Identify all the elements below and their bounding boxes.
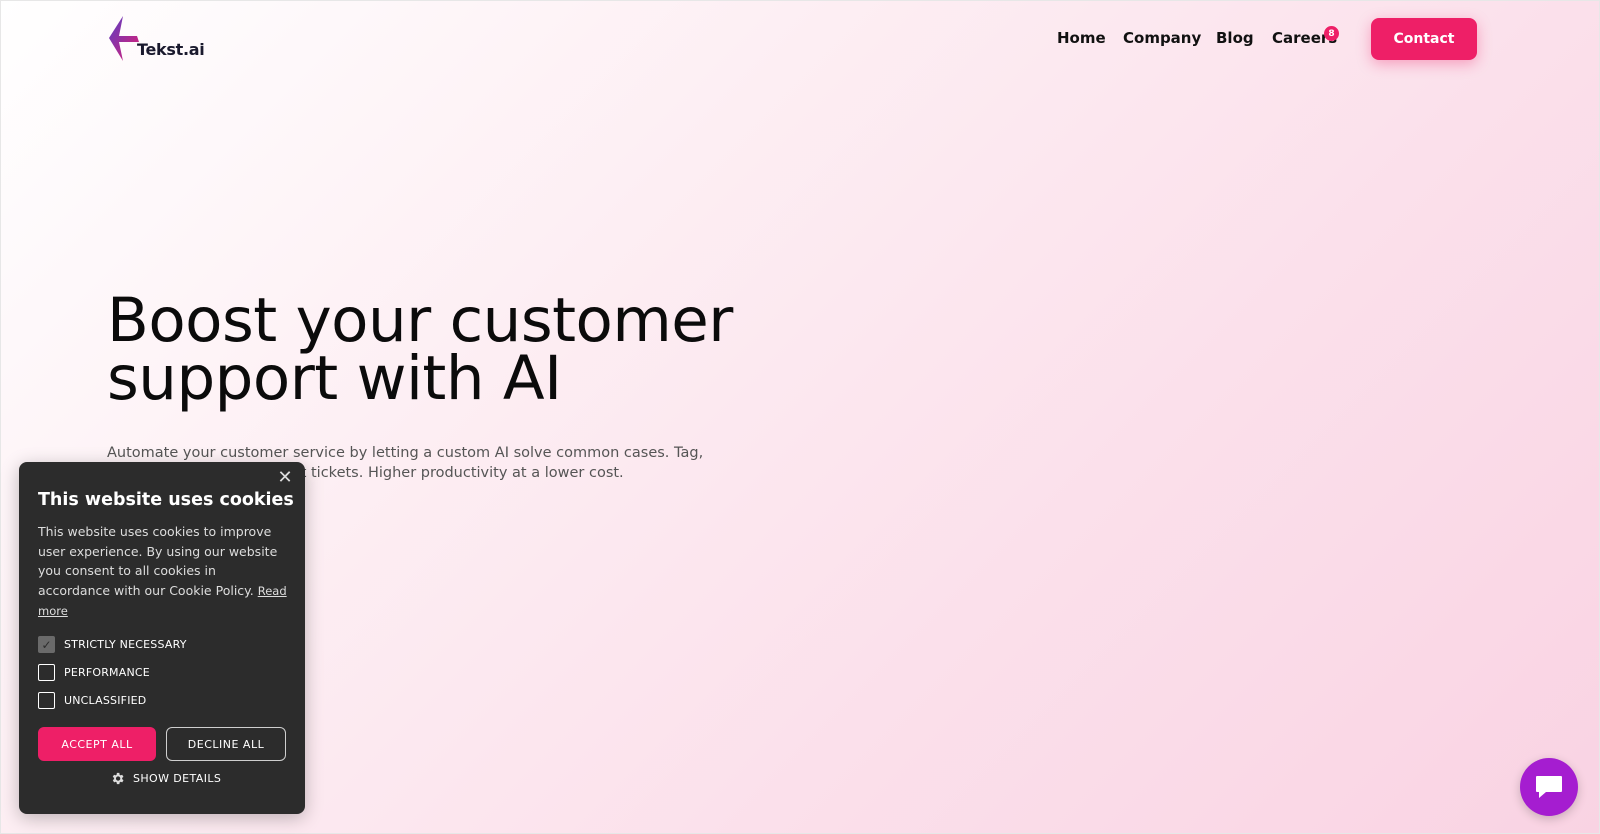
checkbox-unclassified[interactable] (38, 692, 55, 709)
checkbox-strictly-necessary[interactable]: ✓ (38, 636, 55, 653)
cookie-description: This website uses cookies to improve use… (38, 522, 288, 622)
checkbox-performance[interactable] (38, 664, 55, 681)
gear-icon (112, 772, 124, 785)
option-performance[interactable]: PERFORMANCE (38, 664, 150, 681)
nav-company[interactable]: Company (1123, 29, 1201, 47)
nav-home[interactable]: Home (1057, 29, 1106, 47)
show-details-button[interactable]: SHOW DETAILS (110, 771, 221, 786)
logo-arrow-icon (109, 16, 139, 61)
decline-all-button[interactable]: DECLINE ALL (166, 727, 286, 761)
nav-blog[interactable]: Blog (1216, 29, 1254, 47)
cookie-body-text: This website uses cookies to improve use… (38, 524, 278, 598)
show-details-label: SHOW DETAILS (133, 772, 222, 785)
accept-all-button[interactable]: ACCEPT ALL (38, 727, 156, 761)
chat-launcher-button[interactable] (1520, 758, 1578, 816)
option-unclassified[interactable]: UNCLASSIFIED (38, 692, 146, 709)
logo-text: Tekst.ai (137, 40, 205, 59)
contact-button[interactable]: Contact (1371, 18, 1477, 60)
option-label: UNCLASSIFIED (64, 694, 147, 707)
close-icon[interactable]: ✕ (275, 468, 295, 488)
careers-count-badge: 8 (1324, 26, 1339, 41)
option-label: STRICTLY NECESSARY (64, 638, 187, 651)
chat-bubble-icon (1536, 776, 1562, 798)
logo[interactable]: Tekst.ai (107, 14, 205, 62)
cookie-banner: ✕ This website uses cookies This website… (19, 462, 305, 814)
hero-title: Boost your customer support with AI (107, 285, 733, 414)
cookie-title: This website uses cookies (38, 490, 294, 510)
option-label: PERFORMANCE (64, 666, 150, 679)
option-strictly-necessary[interactable]: ✓ STRICTLY NECESSARY (38, 636, 187, 653)
